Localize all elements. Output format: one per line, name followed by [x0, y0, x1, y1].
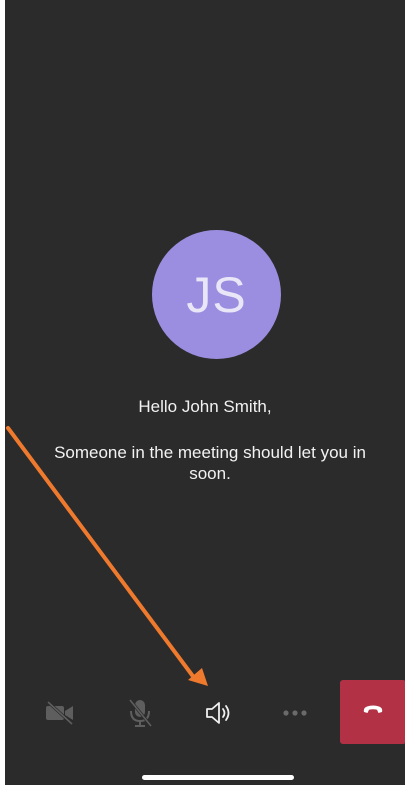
more-dots-icon — [282, 709, 308, 717]
meeting-lobby-screen: JS Hello John Smith, Someone in the meet… — [5, 0, 405, 785]
hang-up-button[interactable] — [340, 680, 405, 744]
camera-toggle-button[interactable] — [32, 680, 88, 745]
speaker-button[interactable] — [191, 680, 247, 745]
video-off-icon — [45, 700, 75, 725]
greeting-text: Hello John Smith, — [138, 397, 272, 416]
avatar-initials: JS — [186, 266, 247, 323]
call-controls-bar — [5, 680, 405, 745]
mic-toggle-button[interactable] — [112, 680, 168, 745]
home-indicator[interactable] — [142, 775, 294, 780]
more-options-button[interactable] — [267, 680, 323, 745]
lobby-waiting-text: Someone in the meeting should let you in… — [54, 443, 366, 483]
avatar: JS — [152, 230, 281, 359]
phone-hangup-icon — [362, 703, 384, 721]
mic-off-icon — [127, 698, 153, 728]
speaker-icon — [204, 700, 234, 726]
